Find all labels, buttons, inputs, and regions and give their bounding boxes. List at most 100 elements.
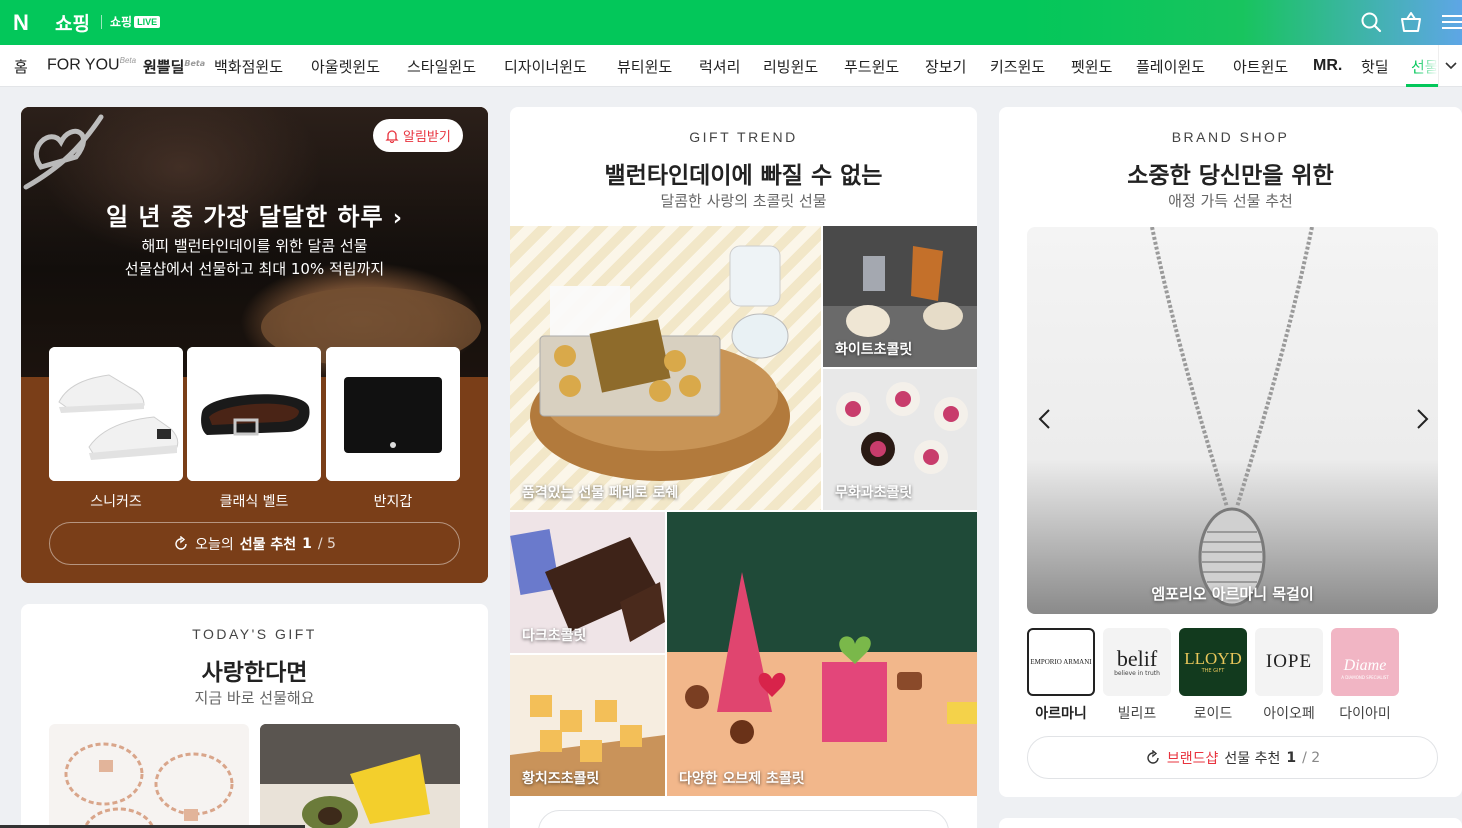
diame-logo: Diame [1343,656,1387,674]
nav-label: 디자이너윈도 [504,58,587,76]
nav-grocery[interactable]: 장보기 [925,56,966,77]
brand-armani[interactable]: EMPORIO ARMANI [1027,628,1095,696]
notify-me-label: 알림받기 [403,130,451,145]
nav-mr[interactable]: MR. [1313,57,1342,75]
tile-fig-chocolate[interactable]: 무화과초콜릿 [823,369,977,510]
menu-icon[interactable] [1440,10,1462,34]
nav-designer[interactable]: 디자이너윈도 [504,56,587,77]
tile-ferrero-label: 품격있는 선물 페레로 로쉐 [522,485,679,501]
brand-diame[interactable]: Diame A DIAMOND SPECIALIST [1331,628,1399,696]
nav-label: 스타일윈도 [407,58,477,76]
featured-product-label: 엠포리오 아르마니 목걸이 [1151,585,1314,603]
nav-label: 키즈윈도 [990,58,1046,76]
featured-brand-product[interactable]: 엠포리오 아르마니 목걸이 [1027,227,1438,614]
product-wallet[interactable] [326,347,460,481]
sneakers-image [49,347,183,481]
shopping-brand-link[interactable]: 쇼핑 [55,9,90,36]
nav-one-plus-deal[interactable]: 원쁠딜Beta [143,56,205,77]
gift-trend-card: GIFT TREND 밸런타인데이에 빠질 수 없는 달콤한 사랑의 초콜릿 선… [510,107,977,828]
live-badge: LIVE [134,15,161,28]
nav-kids[interactable]: 키즈윈도 [990,56,1045,77]
nav-expand-button[interactable] [1438,45,1462,86]
brand-belif[interactable]: belif believe in truth [1103,628,1171,696]
chevron-right-icon: › [392,206,403,231]
brand-shop-eyebrow: BRAND SHOP [1171,129,1290,145]
brand-iope[interactable]: IOPE [1255,628,1323,696]
tile-ferrero-rocher[interactable]: 품격있는 선물 페레로 로쉐 [510,226,821,510]
nav-label: 아울렛윈도 [311,58,381,76]
search-icon[interactable] [1359,10,1383,34]
nav-luxury[interactable]: 럭셔리 [699,56,740,77]
tile-fig-chocolate-label: 무화과초콜릿 [835,485,913,501]
brandshop-refresh-button[interactable]: 브랜드샵 선물 추천 1 / 2 [1027,736,1438,779]
nav-home[interactable]: 홈 [14,56,28,77]
refresh-page: 1 [1286,749,1297,766]
bracelet-product[interactable] [49,724,249,828]
nav-label: 홈 [14,58,28,76]
tile-yellow-cheese-chocolate[interactable]: 황치즈초콜릿 [510,655,665,796]
nav-label: 아트윈도 [1233,58,1289,76]
tile-objet-chocolate[interactable]: 다양한 오브제 초콜릿 [667,512,977,796]
brand-shop-subtitle: 애정 가득 선물 추천 [1168,192,1293,210]
iope-logo: IOPE [1265,651,1313,672]
nav-label: 핫딜 [1361,58,1389,76]
brand-lloyd[interactable]: LLOYD THE GIFT [1179,628,1247,696]
refresh-total: / 5 [317,535,336,552]
nav-hot-deal[interactable]: 핫딜 [1361,56,1389,77]
nav-fade [1416,45,1438,86]
chevron-right-icon[interactable] [1412,407,1432,431]
nav-play[interactable]: 플레이윈도 [1136,56,1205,77]
todays-gift-card: TODAY'S GIFT 사랑한다면 지금 바로 선물해요 [21,604,488,828]
belt-label: 클래식 벨트 [219,494,289,510]
todays-gift-subtitle: 지금 바로 선물해요 [194,689,315,707]
shopping-live-link[interactable]: 쇼핑 LIVE [110,13,161,30]
hero-subtitle-2: 선물샵에서 선물하고 최대 10% 적립까지 [124,260,385,278]
belif-tagline: believe in truth [1114,669,1160,677]
brand-diame-name: 다이아미 [1339,706,1391,722]
cart-basket-icon[interactable] [1399,10,1423,34]
nav-outlet[interactable]: 아울렛윈도 [311,56,380,77]
chevron-left-icon[interactable] [1035,407,1055,431]
belt-image [187,347,321,481]
nav-living[interactable]: 리빙윈도 [763,56,818,77]
product-classic-belt[interactable] [187,347,321,481]
nav-label: 장보기 [925,58,967,76]
today-gift-refresh-button[interactable]: 오늘의 선물 추천 1 / 5 [49,522,460,565]
nav-label: 백화점윈도 [214,58,284,76]
brand-divider [101,15,102,29]
brand-shop-card: BRAND SHOP 소중한 당신만을 위한 애정 가득 선물 추천 엠포리오 … [999,107,1462,797]
nav-art[interactable]: 아트윈도 [1233,56,1288,77]
nav-food[interactable]: 푸드윈도 [844,56,899,77]
tile-objet-chocolate-label: 다양한 오브제 초콜릿 [679,771,805,787]
naver-logo[interactable]: N [0,0,42,45]
brand-belif-name: 빌리프 [1117,706,1157,722]
tile-dark-chocolate[interactable]: 다크초콜릿 [510,512,665,653]
nav-pet[interactable]: 펫윈도 [1071,56,1112,77]
hero-title-link[interactable]: 일 년 중 가장 달달한 하루 › [21,197,488,232]
refresh-page: 1 [302,535,312,552]
nav-label: MR. [1313,57,1343,74]
cheese-image [260,724,460,828]
nav-active-underline [1406,84,1438,87]
refresh-icon [1147,749,1159,764]
lloyd-logo: LLOYD [1184,649,1242,668]
necklace-image [1150,227,1314,607]
nav-beauty[interactable]: 뷰티윈도 [617,56,672,77]
ferrero-image [530,245,790,481]
nav-for-you[interactable]: FOR YOUBeta [47,56,136,74]
brand-lloyd-name: 로이드 [1193,706,1233,722]
naver-logo-text: N [13,9,29,35]
bracelet-image [64,742,234,828]
nav-label: 플레이윈도 [1136,58,1206,76]
nav-department[interactable]: 백화점윈도 [214,56,283,77]
notify-me-button[interactable]: 알림받기 [373,119,463,152]
sneakers-label: 스니커즈 [90,494,142,510]
nav-label: 푸드윈도 [844,58,900,76]
cheese-product[interactable] [260,724,460,828]
product-sneakers[interactable] [49,347,183,481]
tile-white-chocolate[interactable]: 화이트초콜릿 [823,226,977,367]
nav-style[interactable]: 스타일윈도 [407,56,476,77]
trend-refresh-button[interactable] [538,810,949,828]
category-nav: 홈 FOR YOUBeta 원쁠딜Beta 백화점윈도 아울렛윈도 스타일윈도 … [0,45,1462,87]
refresh-label: 선물 추천 [239,536,297,553]
